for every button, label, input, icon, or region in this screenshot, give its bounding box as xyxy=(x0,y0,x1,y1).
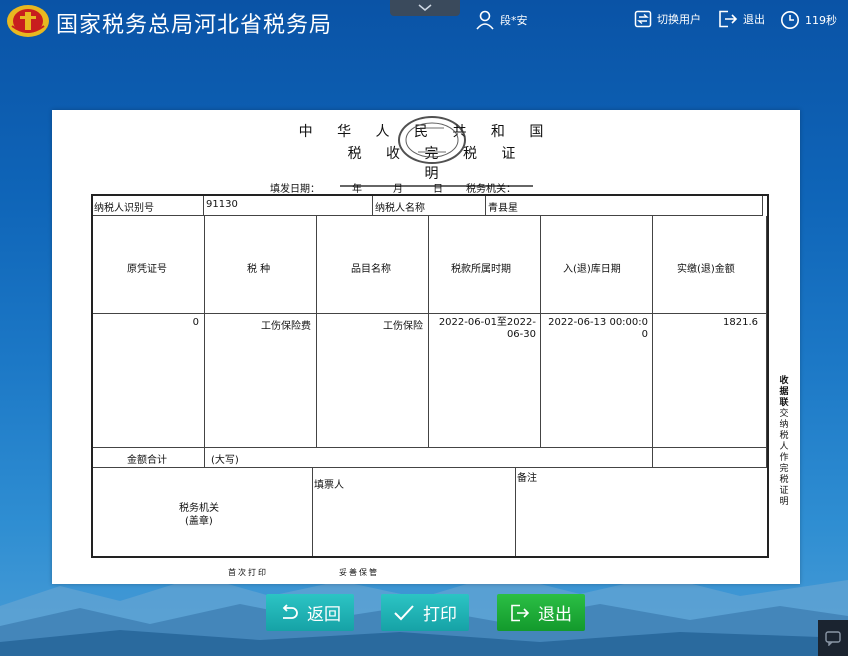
total-amount-cell xyxy=(653,448,767,468)
total-label: 金额合计 xyxy=(127,455,167,466)
taxpayer-id-label: 纳税人识别号 xyxy=(94,203,154,214)
cell-warehouse-date: 2022-06-13 00:00:00 xyxy=(541,314,653,448)
col-header-item-label: 品目名称 xyxy=(351,264,391,275)
col-header-voucher-label: 原凭证号 xyxy=(127,264,167,275)
print-button[interactable]: 打印 xyxy=(381,594,469,631)
logout-label: 退出 xyxy=(743,13,765,26)
col-header-date: 入(退)库日期 xyxy=(541,216,653,314)
total-caps-label: (大写) xyxy=(211,455,239,466)
corner-widget[interactable] xyxy=(818,620,848,656)
tax-detail-table: 纳税人识别号 91130 纳税人名称 青县星 原凭证号 税 种 品目名称 税款所… xyxy=(91,194,769,558)
remark-cell: 备注 xyxy=(516,468,767,556)
issue-month-label: 月 xyxy=(393,184,403,195)
cell-tax-type: 工伤保险费 xyxy=(205,314,317,448)
footer-first-print: 首次打印 xyxy=(228,568,268,577)
chat-icon xyxy=(825,631,841,646)
filler-cell: 填票人 xyxy=(313,468,516,556)
switch-user-label: 切换用户 xyxy=(657,13,701,26)
taxpayer-id-label-cell: 纳税人识别号 xyxy=(93,196,204,216)
page-title: 国家税务总局河北省税务局 xyxy=(56,13,333,38)
exit-icon xyxy=(511,604,530,621)
col-header-amount: 实缴(退)金额 xyxy=(653,216,767,314)
print-button-label: 打印 xyxy=(423,605,457,625)
logout-button[interactable]: 退出 xyxy=(718,10,765,28)
countdown-text: 119秒 xyxy=(805,14,837,27)
footer-keep-safe: 妥善保管 xyxy=(339,568,379,577)
tax-certificate-document: 中 华 人 民 共 和 国 税 收 完 税 证 明 填发日期： 年 月 日 税务… xyxy=(52,110,800,584)
tax-authority-label: 税务机关： xyxy=(466,184,516,195)
tax-emblem-logo xyxy=(7,5,49,37)
user-info: 段*安 xyxy=(475,10,528,30)
taxpayer-id-value-cell: 91130 xyxy=(204,196,373,216)
switch-user-icon xyxy=(634,10,652,28)
user-name: 段*安 xyxy=(500,14,528,27)
taxpayer-id-value: 91130 xyxy=(206,199,238,210)
issue-day-label: 日 xyxy=(433,184,443,195)
col-header-voucher: 原凭证号 xyxy=(93,216,205,314)
issue-date-label: 填发日期： xyxy=(270,184,320,195)
warehouse-date-value: 2022-06-13 00:00:00 xyxy=(548,317,648,340)
taxpayer-name-value-cell: 青县星 xyxy=(486,196,763,216)
checkmark-icon xyxy=(394,604,414,620)
logout-icon xyxy=(719,10,738,28)
official-seal-stamp xyxy=(398,116,466,164)
countdown-timer: 119秒 xyxy=(780,10,837,30)
exit-button[interactable]: 退出 xyxy=(497,594,585,631)
tax-type-value: 工伤保险费 xyxy=(261,321,311,332)
cell-amount: 1821.6 xyxy=(653,314,767,448)
seal-icon xyxy=(405,122,459,158)
side-note-text: 交纳税人作完税证明 xyxy=(779,409,789,507)
taxpayer-name-value: 青县星 xyxy=(488,203,518,214)
cell-voucher-no: 0 xyxy=(93,314,205,448)
issue-year-label: 年 xyxy=(352,184,362,195)
taxpayer-name-label-cell: 纳税人名称 xyxy=(373,196,486,216)
col-header-period-label: 税款所属时期 xyxy=(451,264,511,275)
filler-label: 填票人 xyxy=(314,480,344,491)
authority-seal-cell: 税务机关 (盖章) xyxy=(93,468,313,556)
col-header-tax-type: 税 种 xyxy=(205,216,317,314)
col-header-date-label: 入(退)库日期 xyxy=(563,264,621,275)
period-value: 2022-06-01至2022-06-30 xyxy=(438,317,536,340)
chevron-down-icon xyxy=(418,4,432,11)
remark-label: 备注 xyxy=(517,473,537,484)
col-header-amount-label: 实缴(退)金额 xyxy=(677,264,735,275)
col-header-period: 税款所属时期 xyxy=(429,216,541,314)
total-caps-cell: (大写) xyxy=(205,448,653,468)
exit-button-label: 退出 xyxy=(538,605,572,625)
side-note-title: 收据联 xyxy=(779,376,789,408)
header-bar: 国家税务总局河北省税务局 段*安 切换用户 退出 119秒 xyxy=(0,0,848,42)
amount-value: 1821.6 xyxy=(723,317,758,328)
cell-period: 2022-06-01至2022-06-30 xyxy=(429,314,541,448)
taxpayer-name-label: 纳税人名称 xyxy=(375,203,425,214)
clock-icon xyxy=(781,11,799,29)
col-header-tax-type-label: 税 种 xyxy=(247,264,271,275)
switch-user-button[interactable]: 切换用户 xyxy=(634,10,701,28)
dropdown-handle[interactable] xyxy=(390,0,460,16)
user-icon xyxy=(476,10,494,30)
voucher-no-value: 0 xyxy=(192,317,199,328)
back-button[interactable]: 返回 xyxy=(266,594,354,631)
back-button-label: 返回 xyxy=(307,605,341,625)
total-label-cell: 金额合计 xyxy=(93,448,205,468)
receipt-side-note: 收据联 交纳税人作完税证明 xyxy=(776,376,792,508)
col-header-item: 品目名称 xyxy=(317,216,429,314)
item-name-value: 工伤保险 xyxy=(383,321,423,332)
authority-seal-sublabel: (盖章) xyxy=(185,516,213,527)
cell-item-name: 工伤保险 xyxy=(317,314,429,448)
return-icon xyxy=(282,603,298,619)
